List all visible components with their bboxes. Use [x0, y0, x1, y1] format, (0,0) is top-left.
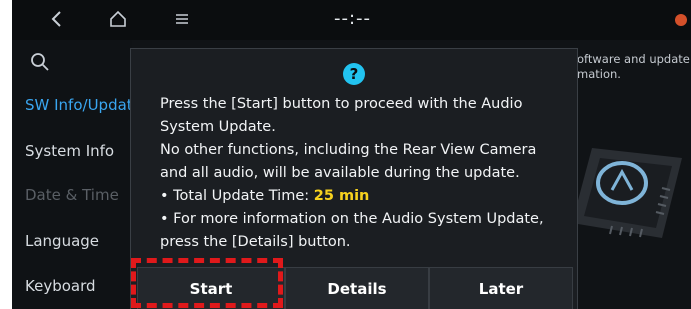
sidebar-item-system-info[interactable]: System Info: [25, 142, 114, 160]
dialog-line-start-instruction: Press the [Start] button to proceed with…: [160, 96, 523, 135]
dialog-message: Press the [Start] button to proceed with…: [160, 93, 560, 254]
background-description: oftware and update mation.: [577, 52, 690, 82]
menu-icon[interactable]: [175, 8, 189, 35]
back-icon[interactable]: [50, 8, 64, 35]
later-button[interactable]: Later: [429, 267, 573, 309]
background-text-line: oftware and update: [577, 52, 690, 66]
background-text-line: mation.: [577, 67, 621, 81]
clock: --:--: [334, 8, 372, 29]
top-bar: --:--: [12, 0, 691, 40]
settings-sidebar: SW Info/Update System Info Date & Time L…: [12, 40, 142, 309]
head-unit-screen: --:-- SW Info/Update System Info Date & …: [12, 0, 691, 309]
sidebar-item-sw-info-update[interactable]: SW Info/Update: [25, 96, 142, 114]
status-icon: [675, 14, 687, 26]
question-icon: ?: [343, 63, 365, 85]
update-time-value: 25 min: [313, 188, 370, 204]
dialog-bullet-details: • For more information on the Audio Syst…: [160, 211, 544, 250]
details-button[interactable]: Details: [285, 267, 429, 309]
sidebar-item-keyboard[interactable]: Keyboard: [25, 277, 96, 295]
update-time-label: • Total Update Time:: [160, 188, 314, 204]
home-icon[interactable]: [108, 8, 128, 35]
dialog-line-warning: No other functions, including the Rear V…: [160, 142, 537, 181]
sidebar-item-language[interactable]: Language: [25, 232, 99, 250]
sidebar-item-date-time: Date & Time: [25, 186, 119, 204]
search-icon[interactable]: [30, 52, 50, 72]
dialog-bullet-update-time: • Total Update Time: 25 min: [160, 185, 560, 208]
start-button-callout: [131, 258, 283, 308]
